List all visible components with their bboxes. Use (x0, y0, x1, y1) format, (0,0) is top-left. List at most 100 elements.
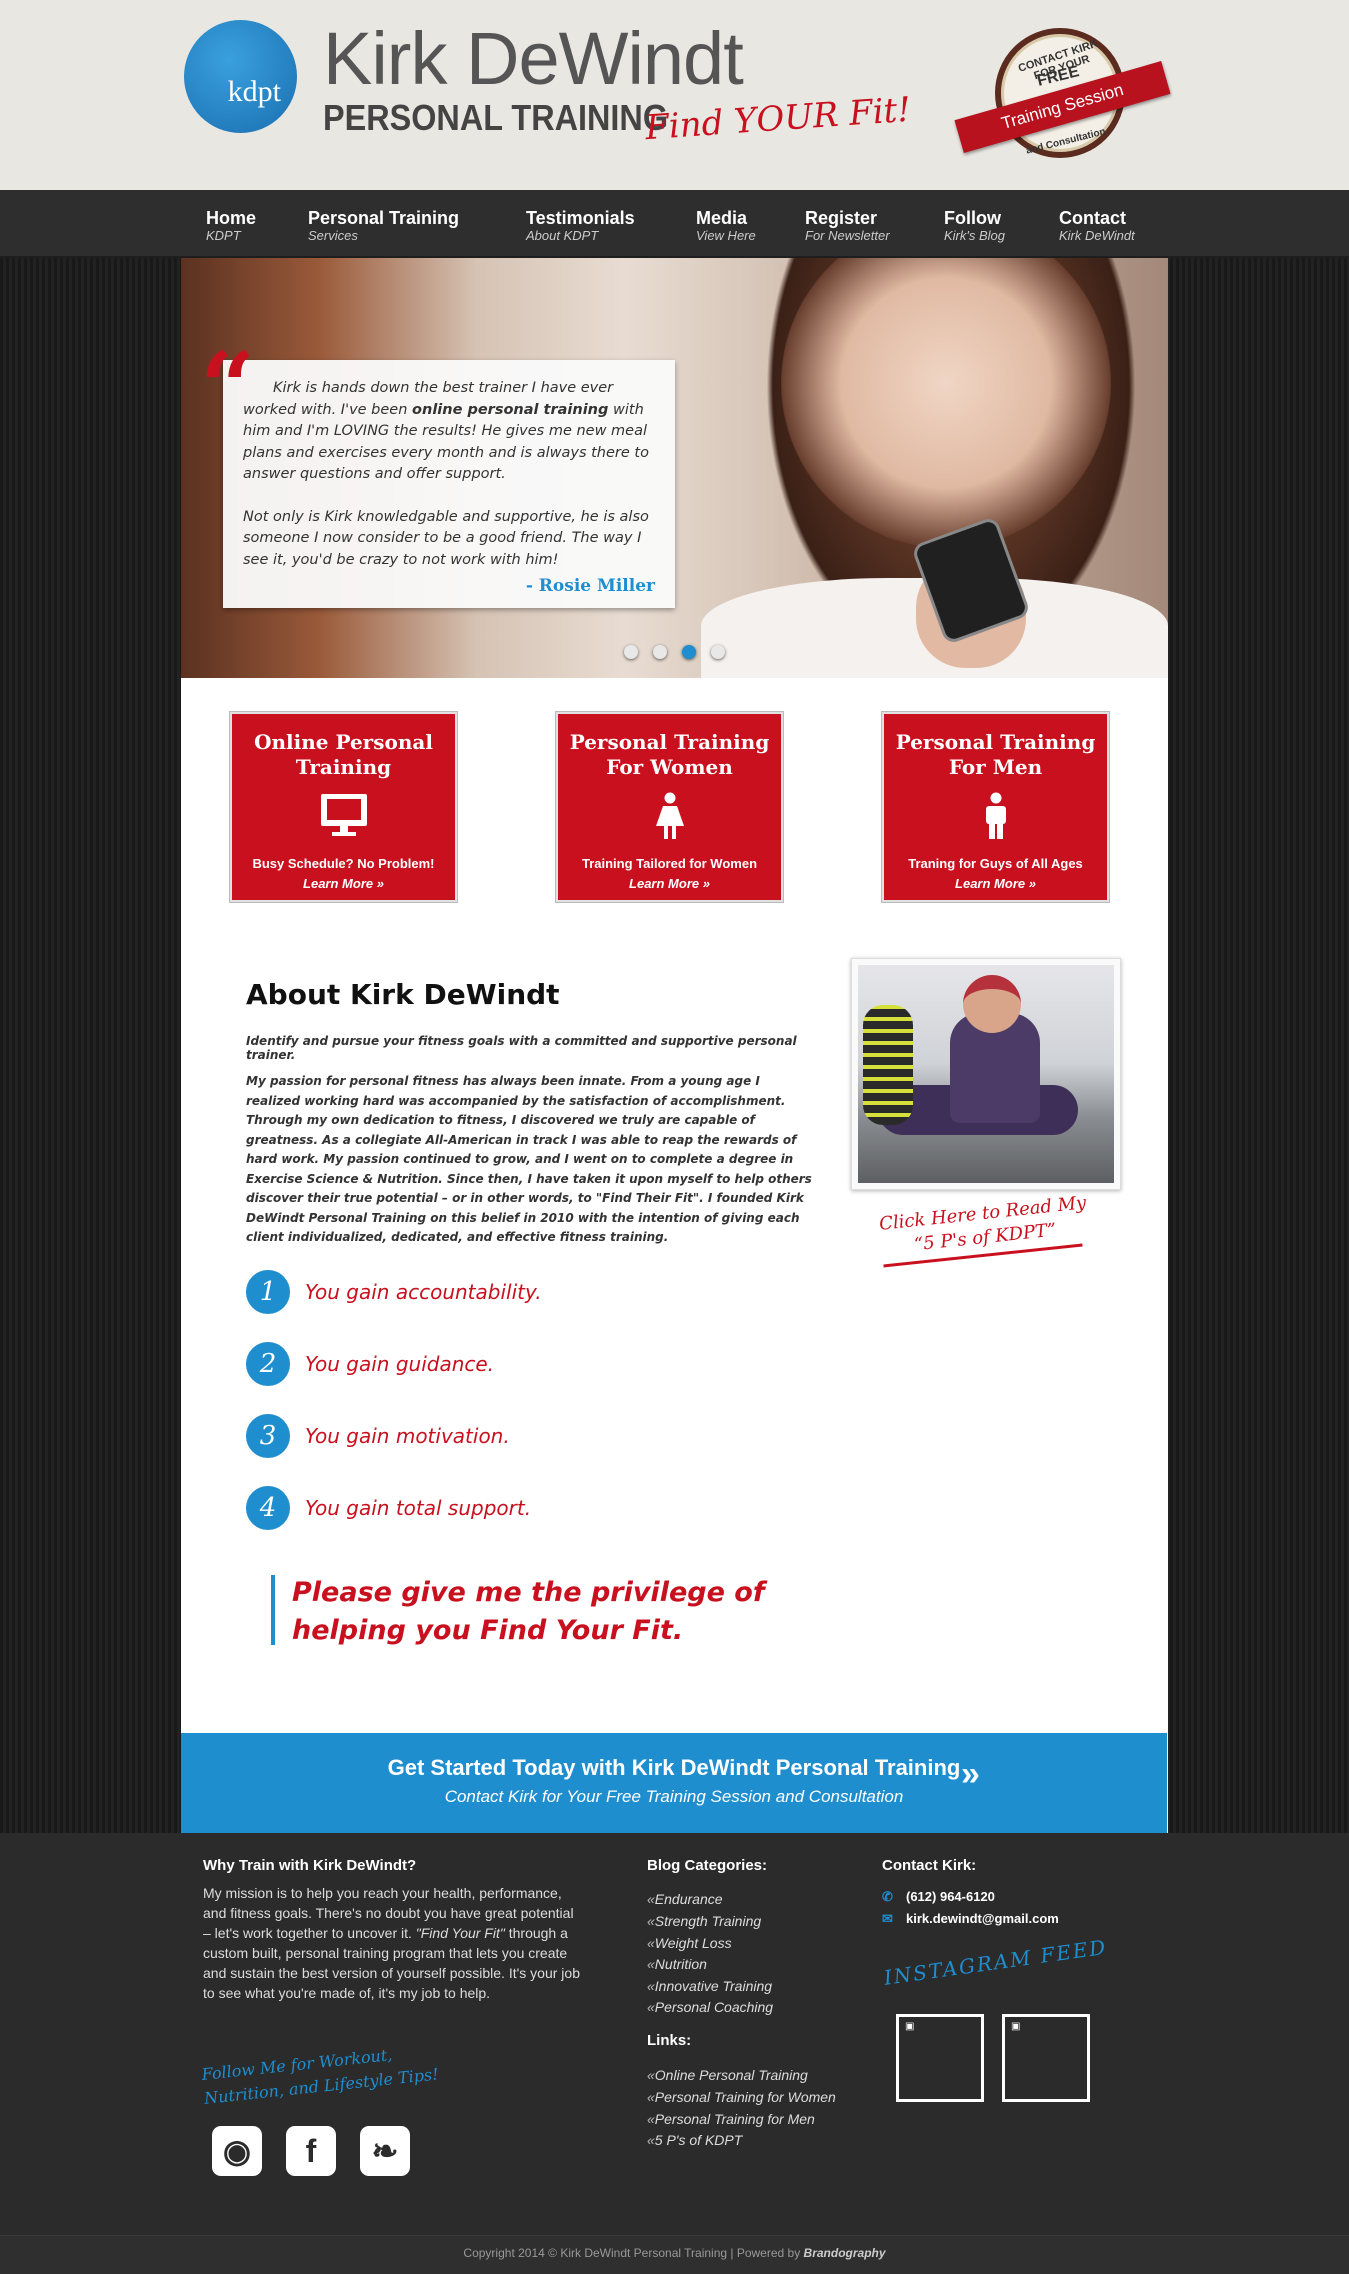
copyright-text-part: Copyright 2014 © Kirk DeWindt Personal T… (463, 2246, 804, 2260)
learn-more-link[interactable]: Learn More » (884, 876, 1107, 891)
benefit-text: You gain total support. (305, 1496, 532, 1520)
nav-media[interactable]: Media View Here (696, 208, 756, 244)
get-started-cta[interactable]: Get Started Today with Kirk DeWindt Pers… (181, 1733, 1167, 1833)
instagram-icon[interactable]: ◉ (212, 2126, 262, 2176)
copyright-text: Copyright 2014 © Kirk DeWindt Personal T… (0, 2246, 1349, 2260)
blog-category-link[interactable]: Strength Training (647, 1913, 761, 1929)
footer-link[interactable]: Online Personal Training (647, 2067, 808, 2083)
phone-icon: ✆ (882, 1889, 893, 1904)
benefit-number: 4 (246, 1486, 290, 1530)
nav-contact[interactable]: Contact Kirk DeWindt (1059, 208, 1135, 244)
instagram-feed-item[interactable]: ▣ (1002, 2014, 1090, 2102)
nav-title: Personal Training (308, 208, 460, 228)
benefit-number: 1 (246, 1270, 290, 1314)
brand-name[interactable]: Kirk DeWindt (323, 22, 744, 96)
service-training-women[interactable]: Personal Training For Women Training Tai… (556, 712, 783, 902)
benefit-number: 2 (246, 1342, 290, 1386)
nav-personal-training[interactable]: Personal Training Services (308, 208, 459, 244)
nav-title: Follow (944, 208, 1001, 228)
nav-subtitle: View Here (696, 228, 756, 243)
nav-title: Testimonials (526, 208, 635, 228)
service-desc: Traning for Guys of All Ages (908, 856, 1083, 871)
phone-number: (612) 964-6120 (906, 1889, 995, 1904)
service-desc: Busy Schedule? No Problem! (252, 856, 435, 871)
nav-subtitle: Services (308, 228, 358, 243)
quote-author: - Rosie Miller (525, 576, 655, 596)
why-text-emphasis: "Find Your Fit" (415, 1925, 505, 1941)
nav-subtitle: Kirk's Blog (944, 228, 1006, 243)
service-online-training[interactable]: Online Personal Training Busy Schedule? … (230, 712, 457, 902)
double-chevron-right-icon[interactable]: » (961, 1755, 980, 1794)
free-session-badge[interactable]: CONTACT KIRK FOR YOUR FREE Training Sess… (954, 28, 1171, 158)
pledge-quote: Please give me the privilege of helping … (292, 1577, 765, 1646)
main-nav: Home KDPT Personal Training Services Testi… (0, 190, 1349, 258)
nav-title: Media (696, 208, 748, 228)
nav-subtitle: Kirk DeWindt (1059, 228, 1135, 243)
learn-more-link[interactable]: Learn More » (558, 876, 781, 891)
about-body: My passion for personal fitness has alwa… (246, 1074, 812, 1244)
footer-link[interactable]: Personal Training for Men (647, 2111, 815, 2127)
instagram-small-icon: ▣ (905, 2021, 915, 2032)
nav-home[interactable]: Home KDPT (206, 208, 256, 244)
service-title: Personal Training For Men (895, 730, 1096, 779)
kdpt-logo[interactable]: kdpt (184, 20, 297, 133)
service-desc: Training Tailored for Women (581, 856, 758, 871)
brand-subtitle: PERSONAL TRAINING (323, 97, 669, 138)
benefit-text: You gain motivation. (305, 1424, 510, 1448)
slider-dot-3[interactable] (682, 645, 696, 659)
nav-subtitle: For Newsletter (805, 228, 890, 243)
instagram-feed-item[interactable]: ▣ (896, 2014, 984, 2102)
slider-dot-4[interactable] (711, 645, 725, 659)
nav-subtitle: About KDPT (526, 228, 599, 243)
service-title: Online Personal Training (254, 730, 433, 779)
monitor-icon (320, 794, 367, 836)
service-training-men[interactable]: Personal Training For Men Traning for Gu… (882, 712, 1109, 902)
blog-category-link[interactable]: Weight Loss (647, 1935, 732, 1951)
photo-shoe (863, 1005, 913, 1125)
benefit-number: 3 (246, 1414, 290, 1458)
blog-category-link[interactable]: Endurance (647, 1891, 723, 1907)
photo-head (963, 975, 1021, 1033)
woman-icon (655, 792, 684, 839)
slider-dot-2[interactable] (653, 645, 667, 659)
brandography-link[interactable]: Brandography (804, 2246, 886, 2260)
footer-link[interactable]: 5 P's of KDPT (647, 2132, 742, 2148)
contact-heading: Contact Kirk: (882, 1857, 977, 1874)
logo-text: kdpt (227, 75, 281, 108)
kirk-photo-image (858, 965, 1114, 1183)
contact-email[interactable]: ✉ kirk.dewindt@gmail.com (882, 1911, 1059, 1927)
learn-more-link[interactable]: Learn More » (232, 876, 455, 891)
quote-paragraph: Not only is Kirk knowledgable and suppor… (243, 508, 649, 568)
quote-mark-icon: “ (200, 331, 256, 444)
nav-title: Register (805, 208, 878, 228)
nav-testimonials[interactable]: Testimonials About KDPT (526, 208, 635, 244)
quote-highlight: online personal training (412, 401, 609, 418)
slider-dot-1[interactable] (624, 645, 638, 659)
links-heading: Links: (647, 2032, 692, 2049)
about-lead: Identify and pursue your fitness goals w… (246, 1034, 797, 1062)
pledge-accent-bar (271, 1575, 275, 1645)
nav-subtitle: KDPT (206, 228, 241, 243)
service-title: Personal Training For Women (569, 730, 770, 779)
facebook-icon[interactable]: f (286, 2126, 336, 2176)
twitter-icon[interactable]: ❧ (360, 2126, 410, 2176)
nav-register[interactable]: Register For Newsletter (805, 208, 890, 244)
testimonial-quote: Kirk is hands down the best trainer I ha… (223, 360, 675, 608)
cta-title: Get Started Today with Kirk DeWindt Pers… (387, 1755, 961, 1780)
blog-category-link[interactable]: Innovative Training (647, 1978, 772, 1994)
why-train-heading: Why Train with Kirk DeWindt? (203, 1857, 417, 1874)
blog-category-link[interactable]: Nutrition (647, 1956, 707, 1972)
instagram-small-icon: ▣ (1011, 2021, 1021, 2032)
blog-categories-heading: Blog Categories: (647, 1857, 768, 1874)
benefit-text: You gain accountability. (305, 1280, 542, 1304)
contact-phone[interactable]: ✆ (612) 964-6120 (882, 1889, 995, 1905)
benefit-text: You gain guidance. (305, 1352, 495, 1376)
nav-follow[interactable]: Follow Kirk's Blog (944, 208, 1005, 244)
quote-text: Kirk is hands down the best trainer I ha… (243, 378, 655, 571)
nav-title: Home (206, 208, 257, 228)
kirk-photo[interactable] (851, 958, 1121, 1190)
email-address: kirk.dewindt@gmail.com (906, 1911, 1059, 1926)
blog-category-link[interactable]: Personal Coaching (647, 1999, 773, 2015)
footer-link[interactable]: Personal Training for Women (647, 2089, 836, 2105)
why-train-text: My mission is to help you reach your hea… (203, 1883, 581, 2003)
